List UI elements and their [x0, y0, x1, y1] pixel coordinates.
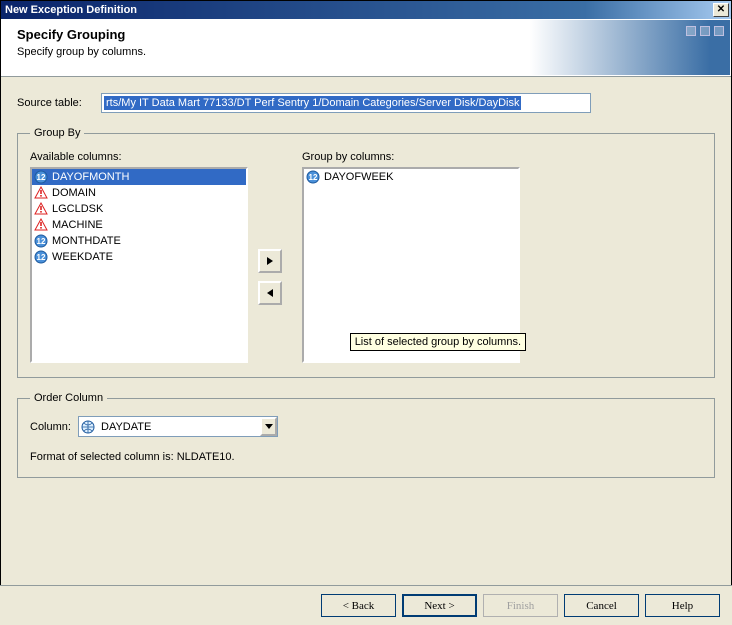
banner-subheading: Specify group by columns. — [17, 46, 146, 58]
list-item[interactable]: DAYOFWEEK — [304, 169, 518, 185]
add-column-button[interactable] — [258, 249, 282, 273]
titlebar: New Exception Definition ✕ — [1, 1, 731, 19]
order-column-value: DAYDATE — [99, 421, 260, 433]
warning-icon — [34, 186, 48, 200]
list-item[interactable]: MACHINE — [32, 217, 246, 233]
numeric-icon — [306, 170, 320, 184]
available-columns-list[interactable]: DAYOFMONTH DOMAIN LGCLDSK MACHINE MONTHDATE W… — [30, 167, 248, 363]
window-title: New Exception Definition — [5, 4, 713, 16]
chevron-down-icon — [260, 417, 277, 436]
source-table-input[interactable]: rts/My IT Data Mart 77133/DT Perf Sentry… — [101, 93, 591, 113]
close-button[interactable]: ✕ — [713, 3, 729, 17]
order-column-label: Column: — [30, 421, 78, 433]
groupby-columns-label: Group by columns: — [302, 151, 520, 163]
source-table-label: Source table: — [17, 97, 101, 109]
numeric-icon — [34, 170, 48, 184]
numeric-icon — [34, 250, 48, 264]
list-item-label: LGCLDSK — [52, 203, 103, 215]
list-item-label: WEEKDATE — [52, 251, 113, 263]
wizard-banner: Specify Grouping Specify group by column… — [1, 19, 731, 77]
list-item[interactable]: DAYOFMONTH — [32, 169, 246, 185]
group-by-fieldset: Group By Available columns: DAYOFMONTH DO… — [17, 127, 715, 378]
warning-icon — [34, 218, 48, 232]
list-item[interactable]: DOMAIN — [32, 185, 246, 201]
list-item-label: DOMAIN — [52, 187, 96, 199]
order-column-combo[interactable]: DAYDATE — [78, 416, 278, 437]
list-item-label: DAYOFWEEK — [324, 171, 393, 183]
order-column-legend: Order Column — [30, 392, 107, 404]
finish-button: Finish — [483, 594, 558, 617]
order-format-line: Format of selected column is: NLDATE10. — [30, 451, 702, 463]
source-table-value: rts/My IT Data Mart 77133/DT Perf Sentry… — [104, 96, 521, 110]
list-item-label: MONTHDATE — [52, 235, 121, 247]
cancel-button[interactable]: Cancel — [564, 594, 639, 617]
banner-gradient — [530, 20, 730, 75]
group-by-legend: Group By — [30, 127, 84, 139]
list-item[interactable]: WEEKDATE — [32, 249, 246, 265]
help-button[interactable]: Help — [645, 594, 720, 617]
wizard-footer: < Back Next > Finish Cancel Help — [0, 585, 732, 625]
list-item[interactable]: LGCLDSK — [32, 201, 246, 217]
groupby-tooltip: List of selected group by columns. — [350, 333, 526, 351]
available-columns-label: Available columns: — [30, 151, 248, 163]
list-item[interactable]: MONTHDATE — [32, 233, 246, 249]
banner-heading: Specify Grouping — [17, 27, 146, 42]
remove-column-button[interactable] — [258, 281, 282, 305]
list-item-label: MACHINE — [52, 219, 103, 231]
order-column-fieldset: Order Column Column: DAYDATE Format of s… — [17, 392, 715, 478]
back-button[interactable]: < Back — [321, 594, 396, 617]
warning-icon — [34, 202, 48, 216]
pager-indicator — [686, 26, 724, 36]
next-button[interactable]: Next > — [402, 594, 477, 617]
numeric-icon — [34, 234, 48, 248]
globe-icon — [81, 420, 95, 434]
list-item-label: DAYOFMONTH — [52, 171, 129, 183]
